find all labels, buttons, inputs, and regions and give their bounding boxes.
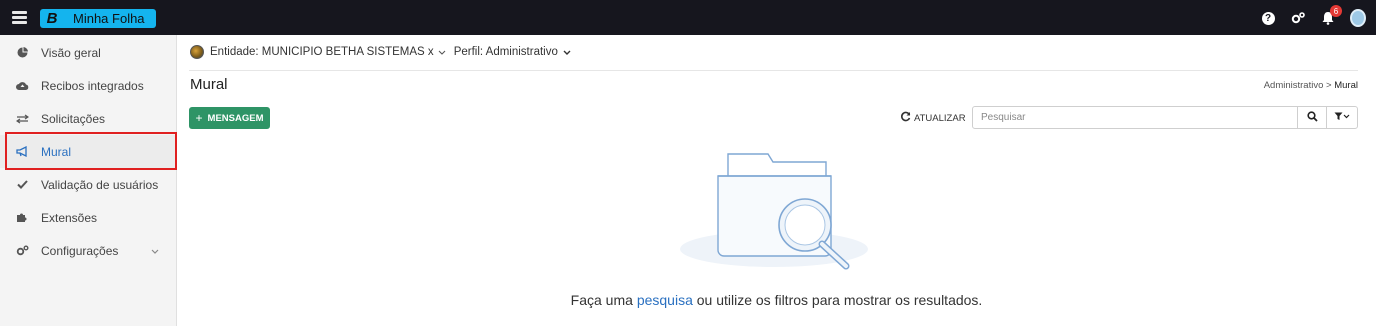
- sidebar-item-validacao-usuarios[interactable]: Validação de usuários: [0, 168, 177, 201]
- puzzle-icon: [15, 212, 29, 223]
- user-avatar[interactable]: [1350, 9, 1366, 27]
- profile-selector[interactable]: Perfil: Administrativo: [454, 46, 558, 58]
- help-icon[interactable]: ?: [1260, 10, 1276, 26]
- sidebar-item-label: Configurações: [41, 243, 119, 258]
- filter-dropdown-button[interactable]: [1326, 107, 1357, 128]
- exchange-arrows-icon: [15, 114, 29, 124]
- brand-name: Minha Folha: [73, 11, 145, 26]
- notifications-bell-icon[interactable]: 6: [1320, 5, 1342, 26]
- empty-state-message: Faça uma pesquisa ou utilize os filtros …: [0, 292, 1376, 308]
- breadcrumb-current: Mural: [1334, 80, 1358, 91]
- breadcrumb-separator: >: [1326, 80, 1332, 91]
- checkmark-icon: [15, 180, 29, 189]
- cloud-upload-icon: [15, 81, 29, 91]
- entity-chevron-down-icon[interactable]: [438, 48, 446, 57]
- gears-icon: [15, 245, 29, 256]
- sidebar-item-label: Validação de usuários: [41, 177, 159, 192]
- new-message-label: MENSAGEM: [207, 112, 264, 124]
- top-icon-group: ? 6: [1260, 5, 1366, 28]
- sidebar-item-label: Recibos integrados: [41, 78, 144, 93]
- sidebar-item-extensoes[interactable]: Extensões: [0, 201, 177, 234]
- sidebar-item-label: Solicitações: [41, 111, 106, 126]
- empty-folder-search-illustration: [676, 146, 872, 281]
- header-divider: [189, 70, 1358, 71]
- sidebar-item-configuracoes[interactable]: Configurações: [0, 234, 177, 267]
- sidebar-item-label: Visão geral: [41, 45, 101, 60]
- profile-chevron-down-icon[interactable]: [563, 48, 571, 57]
- sidebar-item-label: Mural: [41, 144, 72, 159]
- top-navbar: B Minha Folha ? 6: [0, 0, 1376, 35]
- empty-text-after: ou utilize os filtros para mostrar os re…: [696, 292, 983, 308]
- search-input[interactable]: [973, 107, 1297, 128]
- entity-selector[interactable]: Entidade: MUNICIPIO BETHA SISTEMAS x: [210, 46, 434, 58]
- chevron-down-icon: [151, 246, 159, 256]
- search-button[interactable]: [1297, 107, 1326, 128]
- pie-chart-icon: [15, 47, 29, 58]
- sidebar-item-solicitacoes[interactable]: Solicitações: [0, 102, 177, 135]
- filter-icon: [1334, 112, 1350, 124]
- sidebar-item-visao-geral[interactable]: Visão geral: [0, 36, 177, 69]
- sidebar: Visão geral Recibos integrados Solicitaç…: [0, 35, 177, 326]
- app-brand-logo[interactable]: B Minha Folha: [40, 9, 156, 28]
- sidebar-item-recibos-integrados[interactable]: Recibos integrados: [0, 69, 177, 102]
- context-bar: Entidade: MUNICIPIO BETHA SISTEMAS x Per…: [190, 41, 579, 63]
- sidebar-item-label: Extensões: [41, 210, 98, 225]
- page-title: Mural: [190, 76, 228, 93]
- search-link[interactable]: pesquisa: [637, 292, 693, 308]
- megaphone-icon: [15, 146, 29, 157]
- notification-count-badge: 6: [1330, 5, 1342, 17]
- hamburger-menu-icon[interactable]: [12, 11, 27, 24]
- search-icon: [1306, 109, 1318, 127]
- search-box: [972, 106, 1358, 129]
- settings-gears-icon[interactable]: [1290, 10, 1306, 26]
- refresh-label: ATUALIZAR: [914, 112, 966, 124]
- entity-emblem-icon: [190, 45, 204, 59]
- empty-text-before: Faça uma: [570, 292, 633, 308]
- breadcrumb: Administrativo > Mural: [1264, 80, 1358, 91]
- refresh-icon: [900, 111, 911, 125]
- sidebar-item-mural[interactable]: Mural: [0, 135, 177, 168]
- plus-icon: +: [195, 111, 203, 125]
- refresh-button[interactable]: ATUALIZAR: [900, 111, 966, 125]
- new-message-button[interactable]: + MENSAGEM: [189, 107, 270, 129]
- breadcrumb-parent[interactable]: Administrativo: [1264, 80, 1324, 91]
- brand-letter: B: [46, 10, 58, 27]
